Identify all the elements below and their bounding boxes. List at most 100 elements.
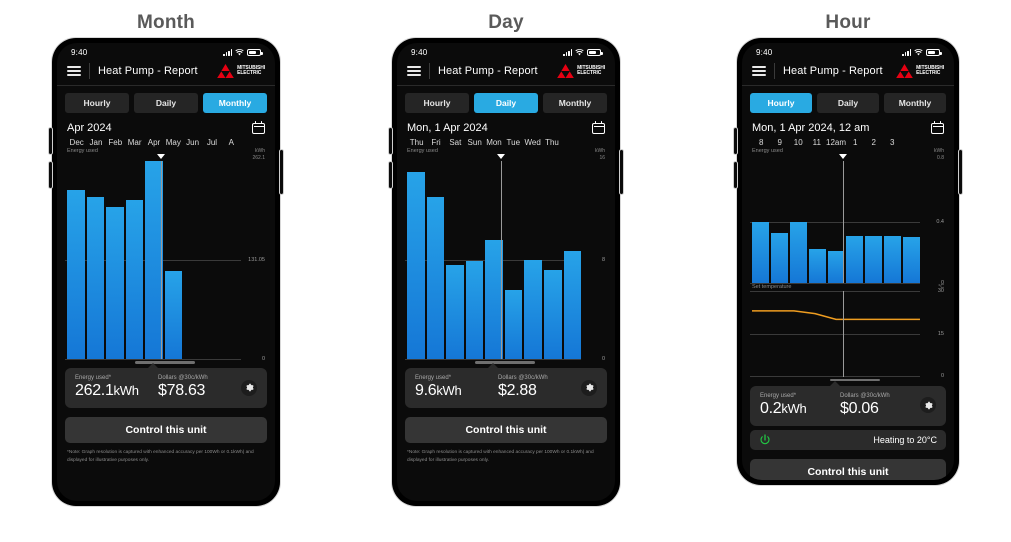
chart-scrubber[interactable] bbox=[501, 161, 502, 359]
chart-scrubber-secondary[interactable] bbox=[843, 290, 844, 377]
chart-scroll-thumb[interactable] bbox=[475, 361, 535, 364]
tab-monthly[interactable]: Monthly bbox=[543, 93, 607, 113]
dollars-value: $0.06 bbox=[840, 399, 879, 417]
date-row: Apr 2024 bbox=[57, 118, 275, 138]
chart-scroll-track[interactable] bbox=[397, 359, 615, 366]
tab-daily[interactable]: Daily bbox=[817, 93, 879, 113]
menu-icon[interactable] bbox=[407, 66, 421, 76]
bar bbox=[504, 289, 523, 359]
bar bbox=[524, 260, 542, 359]
brand-logo-text: MITSUBISHI ELECTRIC bbox=[916, 66, 944, 76]
x-tick-label: 11 bbox=[812, 138, 821, 147]
tab-hourly[interactable]: Hourly bbox=[65, 93, 129, 113]
date-label: Mon, 1 Apr 2024 bbox=[407, 121, 488, 134]
wifi-icon bbox=[235, 49, 244, 56]
chart-scrubber[interactable] bbox=[843, 161, 844, 283]
tab-hourly[interactable]: Hourly bbox=[750, 93, 812, 113]
panel-title-day: Day bbox=[488, 12, 524, 33]
scrubber-handle[interactable] bbox=[839, 154, 847, 159]
phone-frame: 9:40 Heat Pump - Report MITSUBISHI ELECTRIC… bbox=[49, 38, 283, 506]
volume-up-button[interactable] bbox=[734, 128, 737, 154]
dollars-value: $78.63 bbox=[158, 382, 206, 399]
energy-used-label: Energy used bbox=[67, 148, 98, 154]
volume-up-button[interactable] bbox=[389, 128, 392, 154]
tab-daily[interactable]: Daily bbox=[474, 93, 538, 113]
settings-gear-icon[interactable] bbox=[920, 397, 936, 413]
wifi-icon bbox=[575, 49, 584, 56]
divider bbox=[429, 63, 430, 79]
dollars-caption: Dollars @30c/kWh bbox=[498, 375, 548, 381]
dollars-metric: Dollars @30c/kWh $0.06 bbox=[840, 393, 920, 418]
menu-icon[interactable] bbox=[67, 66, 81, 76]
set-temperature-line bbox=[752, 309, 920, 320]
energy-number: 262.1 bbox=[75, 382, 114, 399]
summary-card: Energy used* 9.6kWh Dollars @30c/kWh $2.88 bbox=[405, 368, 607, 408]
panel-title-month: Month bbox=[137, 12, 195, 33]
power-button[interactable] bbox=[959, 150, 962, 194]
bar bbox=[446, 264, 464, 359]
scrubber-handle[interactable] bbox=[157, 154, 165, 159]
bar bbox=[86, 197, 105, 359]
phone-frame: 9:40 Heat Pump - Report MITSUBISHI ELECTRIC… bbox=[734, 38, 962, 485]
energy-value: 9.6kWh bbox=[415, 382, 498, 400]
summary-caret bbox=[488, 363, 498, 368]
temperature-plot: 30 15 0 bbox=[750, 288, 946, 379]
date-row: Mon, 1 Apr 2024, 12 am bbox=[742, 118, 954, 138]
x-tick-label: 10 bbox=[793, 138, 803, 147]
energy-value: 262.1kWh bbox=[75, 382, 158, 400]
chart-scroll-thumb[interactable] bbox=[135, 361, 195, 364]
temperature-meta: Set temperature °C bbox=[750, 283, 946, 291]
energy-caption: Energy used* bbox=[760, 392, 797, 399]
volume-down-button[interactable] bbox=[49, 162, 52, 188]
app-bar: Heat Pump - Report MITSUBISHI ELECTRIC bbox=[57, 59, 275, 86]
settings-gear-icon[interactable] bbox=[581, 379, 597, 396]
bar bbox=[770, 232, 788, 283]
calendar-icon[interactable] bbox=[252, 121, 265, 134]
bar bbox=[884, 235, 902, 283]
bar bbox=[789, 222, 807, 283]
tab-daily[interactable]: Daily bbox=[134, 93, 198, 113]
tab-monthly[interactable]: Monthly bbox=[203, 93, 267, 113]
calendar-icon[interactable] bbox=[592, 121, 605, 134]
bar bbox=[164, 271, 183, 359]
volume-down-button[interactable] bbox=[389, 162, 392, 188]
bar bbox=[106, 207, 124, 359]
x-tick-label: 8 bbox=[759, 138, 764, 147]
battery-icon bbox=[247, 49, 263, 56]
brand-logo-text: MITSUBISHI ELECTRIC bbox=[577, 66, 605, 76]
phone-screen: 9:40 Heat Pump - Report MITSUBISHI ELECTRIC… bbox=[397, 43, 615, 501]
chart-scrubber[interactable] bbox=[161, 161, 162, 359]
calendar-icon[interactable] bbox=[931, 121, 944, 134]
power-button[interactable] bbox=[280, 150, 283, 194]
chart-x-axis: Thu Fri Sat Sun Mon Tue Wed Thu bbox=[405, 138, 607, 147]
x-tick-label: A bbox=[228, 138, 234, 147]
control-this-unit-button[interactable]: Control this unit bbox=[750, 458, 946, 480]
chart-scroll-track[interactable] bbox=[742, 377, 954, 384]
settings-gear-icon[interactable] bbox=[241, 379, 257, 396]
summary-card-container: Energy used* 262.1kWh Dollars @30c/kWh $78.… bbox=[57, 363, 275, 408]
set-temperature-label: Set temperature bbox=[752, 284, 792, 290]
energy-metric: Energy used* 9.6kWh bbox=[415, 375, 498, 400]
energy-caption: Energy used* bbox=[415, 375, 452, 381]
panel-month: Month 9:40 Heat Pump - Report MITSUBISHI ELE… bbox=[49, 0, 283, 506]
tab-hourly[interactable]: Hourly bbox=[405, 93, 469, 113]
power-button[interactable] bbox=[620, 150, 623, 194]
volume-down-button[interactable] bbox=[734, 162, 737, 188]
x-tick-label: 2 bbox=[871, 138, 876, 147]
phone-screen: 9:40 Heat Pump - Report MITSUBISHI ELECTRIC… bbox=[57, 43, 275, 501]
volume-up-button[interactable] bbox=[49, 128, 52, 154]
chart-scroll-track[interactable] bbox=[57, 359, 275, 366]
tab-monthly[interactable]: Monthly bbox=[884, 93, 946, 113]
phone-screen: 9:40 Heat Pump - Report MITSUBISHI ELECTRIC… bbox=[742, 43, 954, 480]
control-this-unit-button[interactable]: Control this unit bbox=[405, 417, 607, 443]
control-this-unit-button[interactable]: Control this unit bbox=[65, 417, 267, 443]
bar bbox=[903, 237, 921, 283]
scrubber-handle[interactable] bbox=[497, 154, 505, 159]
wifi-icon bbox=[914, 49, 923, 56]
view-mode-tabs: Hourly Daily Monthly bbox=[57, 86, 275, 118]
menu-icon[interactable] bbox=[752, 66, 766, 76]
summary-caret bbox=[830, 380, 840, 386]
dollars-caption: Dollars @30c/kWh bbox=[840, 392, 890, 399]
panel-day: Day 9:40 Heat Pump - Report MITSUBISHI ELECT… bbox=[389, 0, 623, 506]
chart: 8 9 10 11 12am 1 2 3 Energy used kWh 0.8 0.4 0 Set te… bbox=[742, 138, 954, 379]
